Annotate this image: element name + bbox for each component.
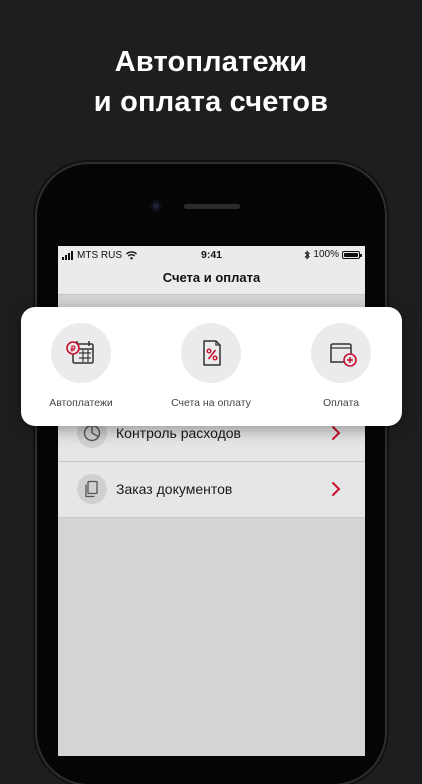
status-right: 100% [304,249,362,260]
nav-title: Счета и оплата [58,266,365,295]
status-bar: MTS RUS 9:41 100% [58,246,365,266]
payment-options-card: ₽ Автоплатежи Счета на оплату Оплата [21,307,402,426]
battery-icon [342,250,362,259]
card-item-label: Оплата [322,397,360,409]
documents-icon [77,474,107,504]
list-item-label: Заказ документов [116,481,233,497]
bluetooth-icon [305,249,311,260]
card-item-payment[interactable]: Оплата [281,323,401,409]
earpiece-speaker [184,204,240,209]
card-item-invoices[interactable]: Счета на оплату [151,323,271,409]
wallet-plus-icon [311,323,371,383]
front-camera [150,200,162,212]
autopay-calendar-icon: ₽ [51,323,111,383]
promo-title-line-2: и оплата счетов [93,86,329,118]
svg-text:₽: ₽ [70,345,75,354]
card-item-label: Счета на оплату [171,397,251,409]
list-item-document-order[interactable]: Заказ документов [58,462,365,518]
battery-percent: 100% [313,249,339,260]
invoice-percent-icon [181,323,241,383]
chevron-right-icon [332,482,341,496]
card-item-autopay[interactable]: ₽ Автоплатежи [21,323,141,409]
promo-title: Автоплатежи и оплата счетов [0,42,422,122]
promo-title-line-1: Автоплатежи [114,46,308,78]
chevron-right-icon [332,426,341,440]
card-item-label: Автоплатежи [49,397,113,409]
